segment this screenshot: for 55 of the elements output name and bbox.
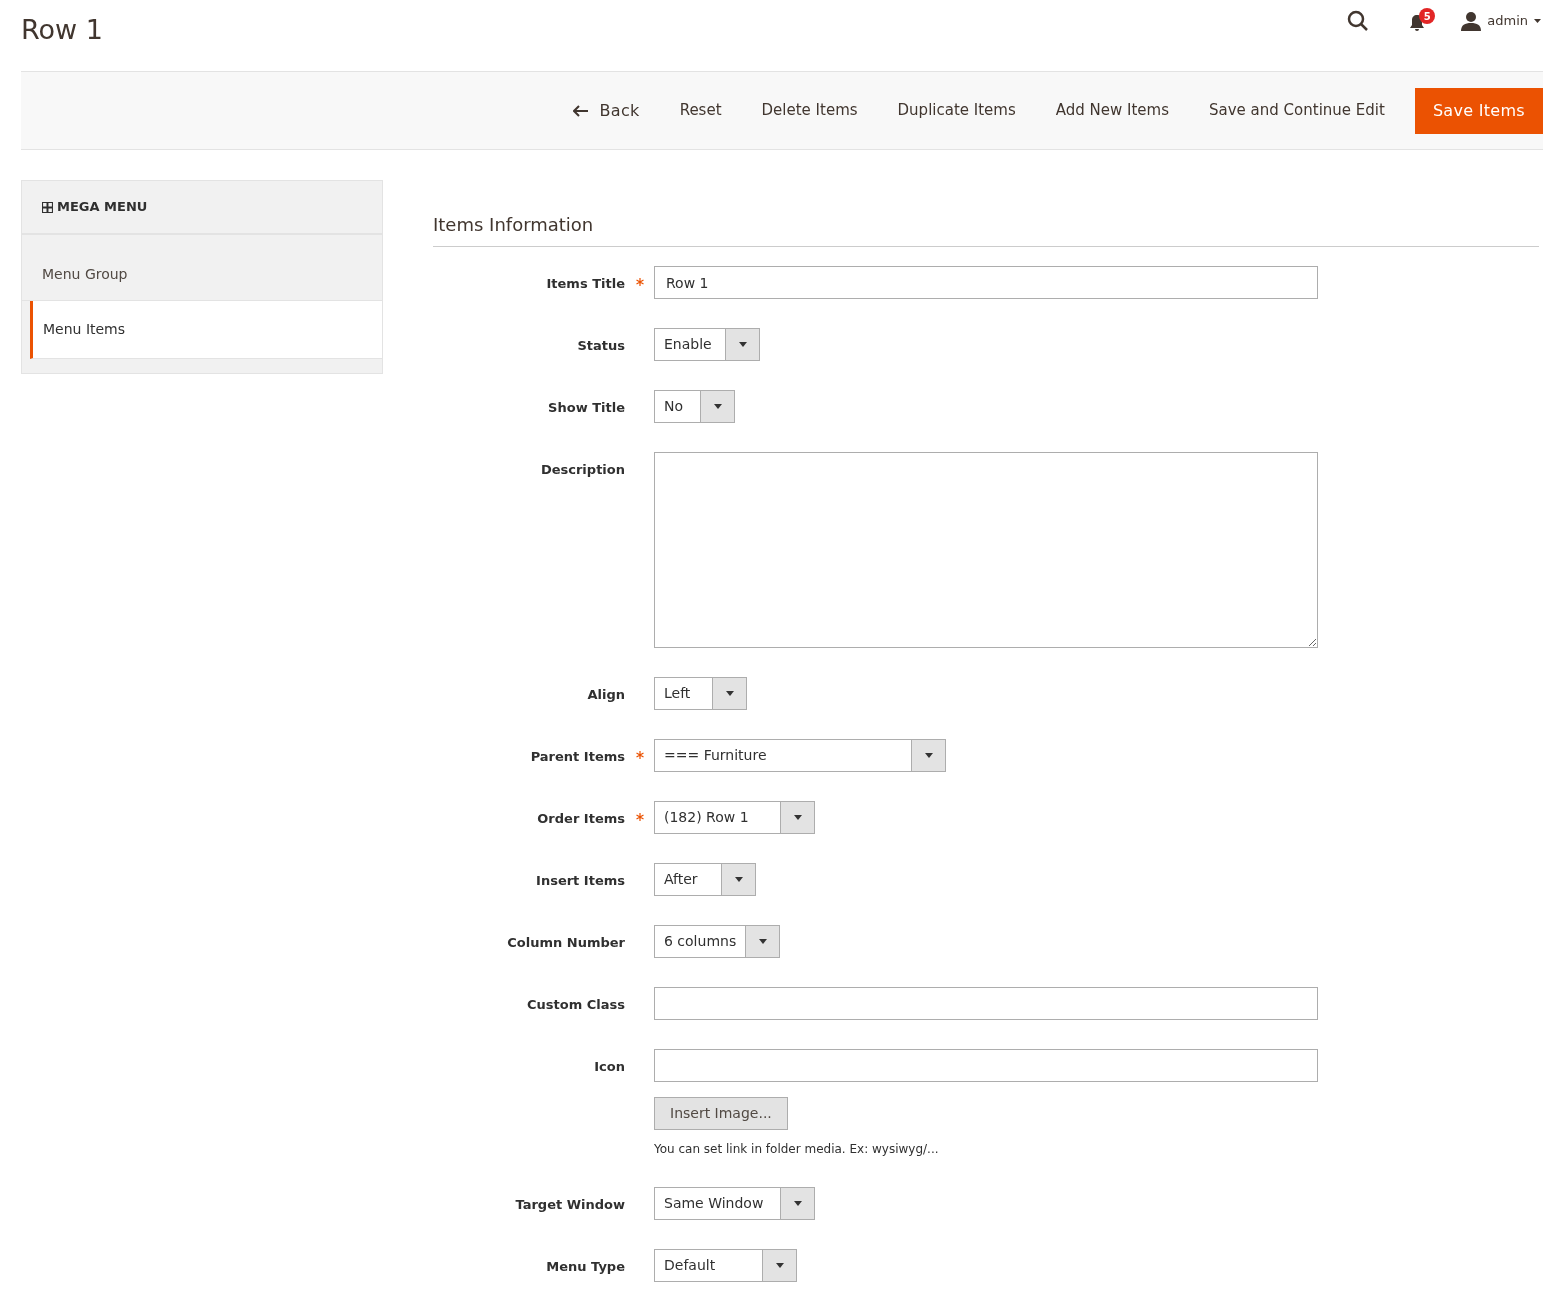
field-label: Status: [577, 337, 625, 355]
field-label: Custom Class: [527, 996, 625, 1014]
select-field[interactable]: (182) Row 1: [654, 801, 815, 834]
field-label: Order Items: [537, 810, 625, 828]
toolbar-button[interactable]: Save and Continue Edit: [1193, 87, 1401, 134]
select-field[interactable]: Same Window: [654, 1187, 815, 1220]
caret-icon: [793, 815, 802, 820]
caret-icon: [734, 877, 743, 882]
select-field[interactable]: Enable: [654, 328, 760, 361]
caret-icon: [725, 691, 734, 696]
back-button[interactable]: Back: [556, 87, 656, 134]
grid-icon: [42, 201, 53, 213]
field-label: Menu Type: [546, 1258, 625, 1276]
field-note: You can set link in folder media. Ex: wysiwyg/...: [654, 1141, 939, 1158]
toolbar-button[interactable]: Delete Items: [745, 87, 874, 134]
caret-icon: [924, 753, 933, 758]
select-field[interactable]: 6 columns: [654, 925, 780, 958]
user-icon[interactable]: [1461, 11, 1482, 31]
sidebar-item[interactable]: Menu Items: [30, 301, 382, 359]
field-label: Description: [540, 461, 625, 479]
text-field[interactable]: Row 1: [654, 266, 1318, 299]
textarea-field[interactable]: [654, 452, 1318, 648]
caret-icon: [1534, 19, 1541, 23]
section-title: Items Information: [433, 211, 1539, 247]
caret-icon: [758, 939, 767, 944]
field-label: Align: [587, 686, 625, 704]
field-label: Show Title: [548, 399, 625, 417]
select-field[interactable]: After: [654, 863, 756, 896]
caret-icon: [738, 342, 747, 347]
page-title: Row 1: [21, 13, 103, 47]
field-label: Icon: [594, 1058, 625, 1076]
field-label: Items Title: [546, 275, 625, 293]
save-button[interactable]: Save Items: [1414, 87, 1543, 134]
toolbar-button[interactable]: Reset: [663, 87, 738, 134]
field-label: Target Window: [515, 1196, 625, 1214]
sidebar-title: MEGA MENU: [57, 198, 148, 217]
search-icon[interactable]: [1347, 10, 1370, 32]
caret-icon: [775, 1263, 784, 1268]
select-field[interactable]: No: [654, 390, 735, 423]
text-field[interactable]: [654, 1049, 1318, 1082]
user-name[interactable]: admin: [1487, 11, 1528, 31]
text-field[interactable]: [654, 987, 1318, 1020]
insert-image-button[interactable]: Insert Image...: [654, 1097, 788, 1130]
field-label: Insert Items: [536, 872, 625, 890]
arrow-left-icon: [572, 104, 588, 117]
field-label: Parent Items: [530, 748, 625, 766]
select-field[interactable]: Left: [654, 677, 747, 710]
field-label: Column Number: [507, 934, 625, 952]
select-field[interactable]: === Furniture: [654, 739, 946, 772]
notification-badge: 5: [1419, 8, 1436, 24]
caret-icon: [793, 1201, 802, 1206]
caret-icon: [713, 404, 722, 409]
select-field[interactable]: Default: [654, 1249, 797, 1282]
toolbar-button[interactable]: Add New Items: [1039, 87, 1186, 134]
toolbar-button[interactable]: Duplicate Items: [881, 87, 1032, 134]
